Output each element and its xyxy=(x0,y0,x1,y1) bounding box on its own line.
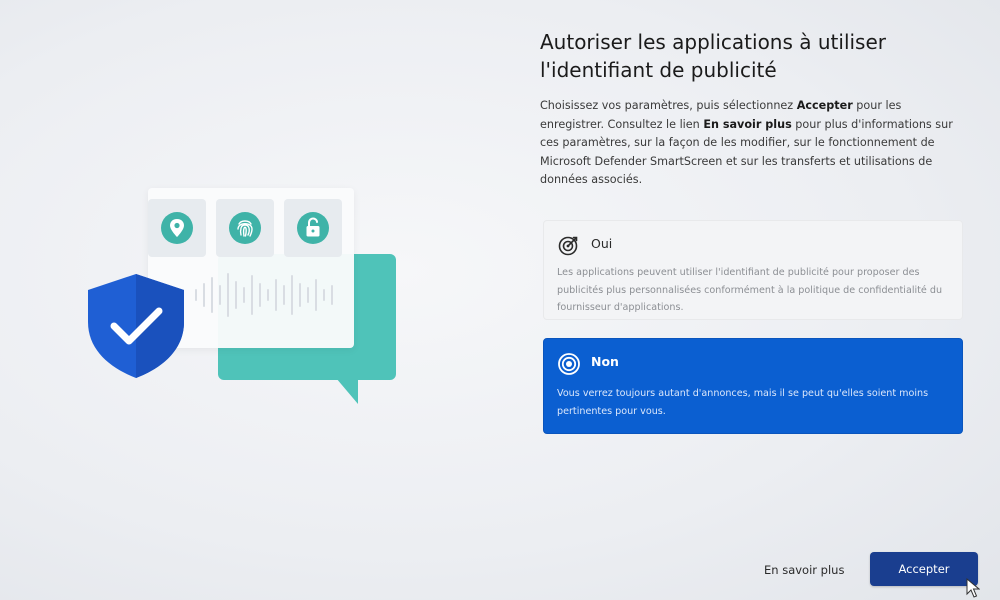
description-accept-bold: Accepter xyxy=(796,99,853,112)
target-icon xyxy=(558,236,578,256)
chat-bubble-tail xyxy=(336,378,358,404)
option-oui-label: Oui xyxy=(591,236,613,251)
option-non[interactable]: Non Vous verrez toujours autant d'annonc… xyxy=(543,338,963,434)
learn-more-link[interactable]: En savoir plus xyxy=(764,563,844,577)
option-non-label: Non xyxy=(591,354,619,369)
radio-selected-icon xyxy=(558,353,580,375)
oobe-screen: Autoriser les applications à utiliser l'… xyxy=(0,0,1000,600)
mouse-cursor-icon xyxy=(966,578,980,598)
description-text-1: Choisissez vos paramètres, puis sélectio… xyxy=(540,99,797,112)
audio-wave-graphic xyxy=(195,273,333,317)
option-oui-description: Les applications peuvent utiliser l'iden… xyxy=(557,267,943,313)
description-learn-more-bold: En savoir plus xyxy=(703,117,792,131)
page-description: Choisissez vos paramètres, puis sélectio… xyxy=(540,97,968,190)
unlocked-padlock-icon xyxy=(297,212,329,244)
privacy-illustration xyxy=(0,0,520,600)
fingerprint-icon xyxy=(229,212,261,244)
shield-check-icon xyxy=(88,274,184,378)
page-title-line-1: Autoriser les applications à utiliser xyxy=(540,30,887,54)
location-tile xyxy=(148,199,206,257)
option-oui[interactable]: Oui Les applications peuvent utiliser l'… xyxy=(543,220,963,320)
settings-panel: Autoriser les applications à utiliser l'… xyxy=(540,0,970,600)
page-title-line-2: l'identifiant de publicité xyxy=(540,58,777,82)
page-title: Autoriser les applications à utiliser l'… xyxy=(540,28,970,84)
option-non-description: Vous verrez toujours autant d'annonces, … xyxy=(557,388,929,417)
accept-button[interactable]: Accepter xyxy=(870,552,978,586)
fingerprint-tile xyxy=(216,199,274,257)
location-pin-icon xyxy=(161,212,193,244)
padlock-tile xyxy=(284,199,342,257)
